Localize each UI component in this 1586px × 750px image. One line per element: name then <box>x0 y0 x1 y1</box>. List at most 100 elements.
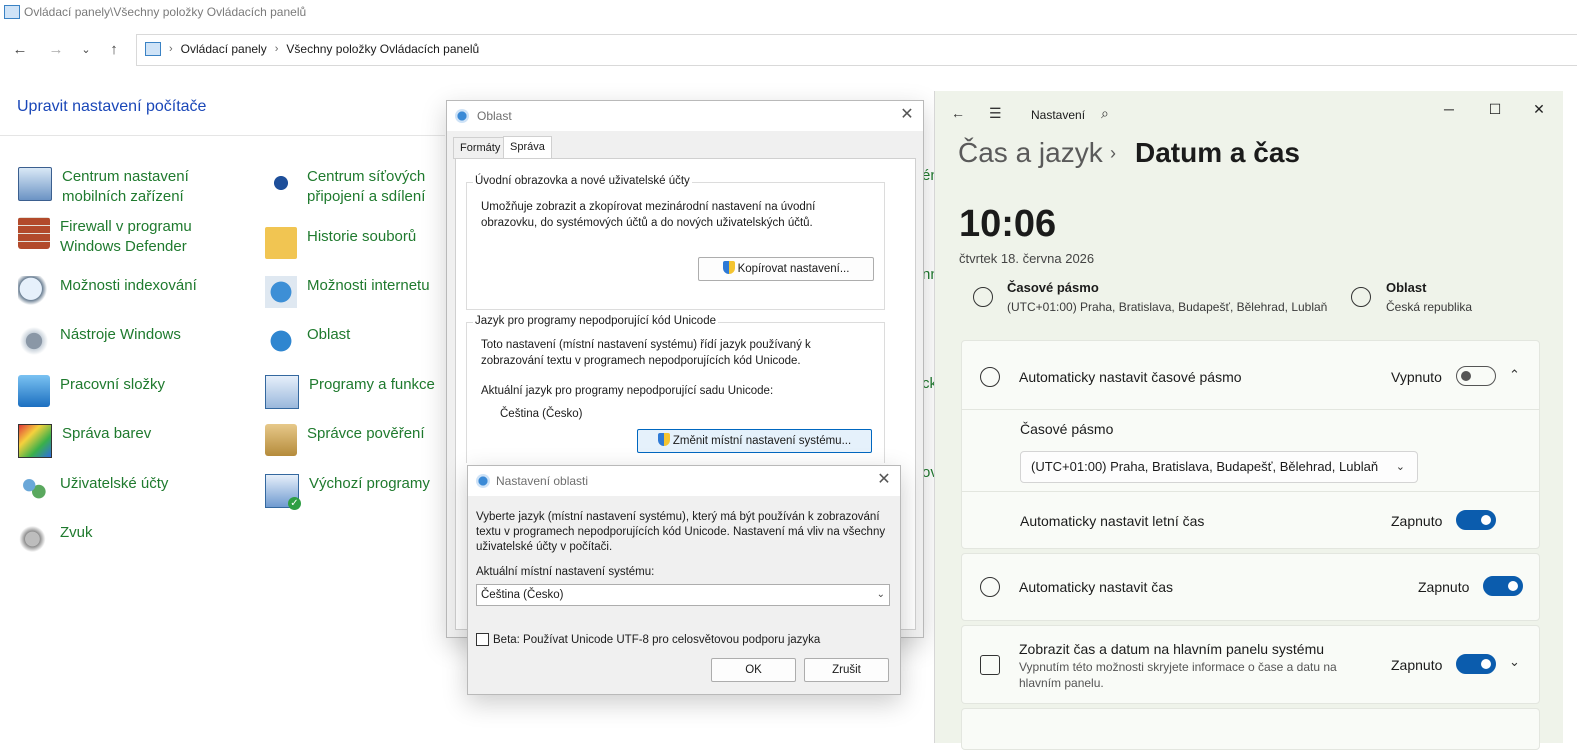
cp-item-firewall[interactable]: Firewall v programu Windows Defender <box>18 217 192 257</box>
breadcrumb-time-language[interactable]: Čas a jazyk <box>958 137 1103 169</box>
auto-timezone-state: Vypnuto <box>1391 369 1442 385</box>
indexing-icon <box>18 276 50 308</box>
cp-item-sound[interactable]: Zvuk <box>18 523 93 555</box>
timezone-dropdown[interactable]: (UTC+01:00) Praha, Bratislava, Budapešť,… <box>1020 451 1418 483</box>
control-panel-navbar: ← → ⌄ ↑ › Ovládací panely › Všechny polo… <box>0 34 1586 66</box>
group-description: Toto nastavení (místní nastavení systému… <box>481 339 811 367</box>
timezone-title: Časové pásmo <box>1007 280 1099 295</box>
default-programs-icon <box>265 474 301 510</box>
cancel-button[interactable]: Zrušit <box>804 658 889 682</box>
timezone-dropdown-value: (UTC+01:00) Praha, Bratislava, Budapešť,… <box>1031 459 1379 474</box>
cp-item-label: Výchozí programy <box>309 475 430 492</box>
address-bar[interactable]: › Ovládací panely › Všechny položky Ovlá… <box>136 34 1577 66</box>
cp-item-credential-manager[interactable]: Správce pověření <box>265 424 425 456</box>
group-title: Úvodní obrazovka a nové uživatelské účty <box>473 175 692 187</box>
region-settings-titlebar[interactable]: Nastavení oblasti ✕ <box>468 466 900 496</box>
divider <box>962 409 1539 410</box>
settings-window: ← ☰ Nastavení ⌕ ─ ☐ ✕ Čas a jazyk › Datu… <box>934 91 1563 750</box>
cp-item-internet-options[interactable]: Možnosti internetu <box>265 276 430 308</box>
credential-manager-icon <box>265 424 297 456</box>
cp-item-label: Správce pověření <box>307 425 425 442</box>
close-icon[interactable]: ✕ <box>874 470 894 490</box>
globe-icon <box>1351 287 1371 307</box>
region-globe-icon <box>476 474 490 488</box>
chevron-down-icon[interactable]: ⌄ <box>1509 654 1520 670</box>
cp-item-programs[interactable]: Programy a funkce <box>265 375 435 409</box>
tab-administrative[interactable]: Správa <box>503 136 552 159</box>
show-taskbar-toggle[interactable] <box>1456 654 1496 674</box>
show-taskbar-card: Zobrazit čas a datum na hlavním panelu s… <box>961 625 1540 704</box>
file-history-icon <box>265 227 297 259</box>
cp-item-label: Centrum síťových připojení a sdílení <box>307 168 426 205</box>
maximize-icon[interactable]: ☐ <box>1485 99 1505 119</box>
divider <box>962 491 1539 492</box>
auto-time-toggle[interactable] <box>1483 576 1523 596</box>
cp-item-label: Programy a funkce <box>309 376 435 393</box>
cp-item-label: Historie souborů <box>307 228 417 245</box>
current-time: 10:06 <box>959 203 1057 245</box>
cp-item-indexing[interactable]: Možnosti indexování <box>18 276 197 308</box>
show-taskbar-description: Vypnutím této možnosti skryjete informac… <box>1019 660 1337 690</box>
cp-item-label: Možnosti indexování <box>60 277 197 294</box>
cp-item-user-accounts[interactable]: Uživatelské účty <box>18 474 168 506</box>
color-management-icon <box>18 424 52 458</box>
control-panel-window-title: Ovládací panely\Všechny položky Ovládací… <box>24 5 307 19</box>
current-language-label: Aktuální jazyk pro programy nepodporujíc… <box>481 385 774 397</box>
show-taskbar-label: Zobrazit čas a datum na hlavním panelu s… <box>1019 641 1325 657</box>
cp-item-file-history[interactable]: Historie souborů <box>265 227 416 259</box>
locale-description: Vyberte jazyk (místní nastavení systému)… <box>476 511 886 553</box>
cp-item-network-center[interactable]: Centrum síťových připojení a sdílení <box>265 167 425 207</box>
tab-formats[interactable]: Formáty <box>453 137 508 159</box>
copy-settings-button[interactable]: Kopírovat nastavení... <box>698 257 874 281</box>
cp-item-mobility-center[interactable]: Centrum nastavení mobilních zařízení <box>18 167 189 207</box>
cp-item-default-programs[interactable]: Výchozí programy <box>265 474 430 510</box>
region-icon <box>265 325 297 357</box>
utf8-beta-checkbox[interactable] <box>476 633 489 646</box>
breadcrumb-separator-icon[interactable]: › <box>275 43 279 55</box>
cp-item-work-folders[interactable]: Pracovní složky <box>18 375 165 407</box>
hamburger-menu-icon[interactable]: ☰ <box>989 105 1002 122</box>
windows-tools-icon <box>18 325 50 357</box>
recent-locations-chevron-icon[interactable]: ⌄ <box>76 40 96 60</box>
cp-item-color-management[interactable]: Správa barev <box>18 424 151 458</box>
system-locale-select[interactable]: Čeština (Česko) ⌄ <box>476 584 890 606</box>
change-system-locale-button[interactable]: Změnit místní nastavení systému... <box>637 429 872 453</box>
timezone-clock-icon <box>980 367 1000 387</box>
settings-titlebar: ← ☰ Nastavení ⌕ ─ ☐ ✕ <box>935 91 1563 139</box>
cp-item-label: Zvuk <box>60 524 93 541</box>
breadcrumb-chevron-icon: › <box>1110 143 1116 163</box>
back-arrow-icon[interactable]: ← <box>951 105 965 121</box>
region-settings-dialog: Nastavení oblasti ✕ Vyberte jazyk (místn… <box>467 465 901 695</box>
timezone-clock-icon <box>973 287 993 307</box>
up-arrow-icon[interactable]: ↑ <box>104 40 124 60</box>
page-title: Datum a čas <box>1135 137 1300 168</box>
ok-button[interactable]: OK <box>711 658 796 682</box>
cp-item-windows-tools[interactable]: Nástroje Windows <box>18 325 181 357</box>
close-icon[interactable]: ✕ <box>897 105 917 125</box>
cp-item-region[interactable]: Oblast <box>265 325 350 357</box>
control-panel-titlebar: Ovládací panely\Všechny položky Ovládací… <box>0 0 1586 24</box>
control-panel-icon <box>4 5 20 19</box>
work-folders-icon <box>18 375 50 407</box>
utf8-beta-option[interactable]: Beta: Používat Unicode UTF-8 pro celosvě… <box>476 633 820 646</box>
back-arrow-icon[interactable]: ← <box>10 40 30 60</box>
change-locale-label: Změnit místní nastavení systému... <box>672 435 852 447</box>
cp-item-label: Nástroje Windows <box>60 326 181 343</box>
close-icon[interactable]: ✕ <box>1529 99 1549 119</box>
region-settings-title: Nastavení oblasti <box>496 474 589 488</box>
next-setting-card[interactable] <box>961 708 1540 750</box>
forward-arrow-icon[interactable]: → <box>46 40 66 60</box>
breadcrumb-separator-icon[interactable]: › <box>169 43 173 55</box>
chevron-up-icon[interactable]: ⌃ <box>1509 367 1520 383</box>
auto-dst-toggle[interactable] <box>1456 510 1496 530</box>
minimize-icon[interactable]: ─ <box>1439 99 1459 119</box>
breadcrumb-control-panel[interactable]: Ovládací panely <box>181 42 267 56</box>
region-dialog-titlebar[interactable]: Oblast ✕ <box>447 101 923 131</box>
breadcrumb-all-items[interactable]: Všechny položky Ovládacích panelů <box>286 42 479 56</box>
auto-timezone-toggle[interactable] <box>1456 366 1496 386</box>
search-icon[interactable]: ⌕ <box>1101 105 1109 122</box>
chevron-down-icon: ⌄ <box>1395 461 1405 473</box>
chevron-down-icon: ⌄ <box>876 589 885 600</box>
settings-app-title: Nastavení <box>1031 108 1086 122</box>
auto-time-label: Automaticky nastavit čas <box>1019 579 1174 595</box>
